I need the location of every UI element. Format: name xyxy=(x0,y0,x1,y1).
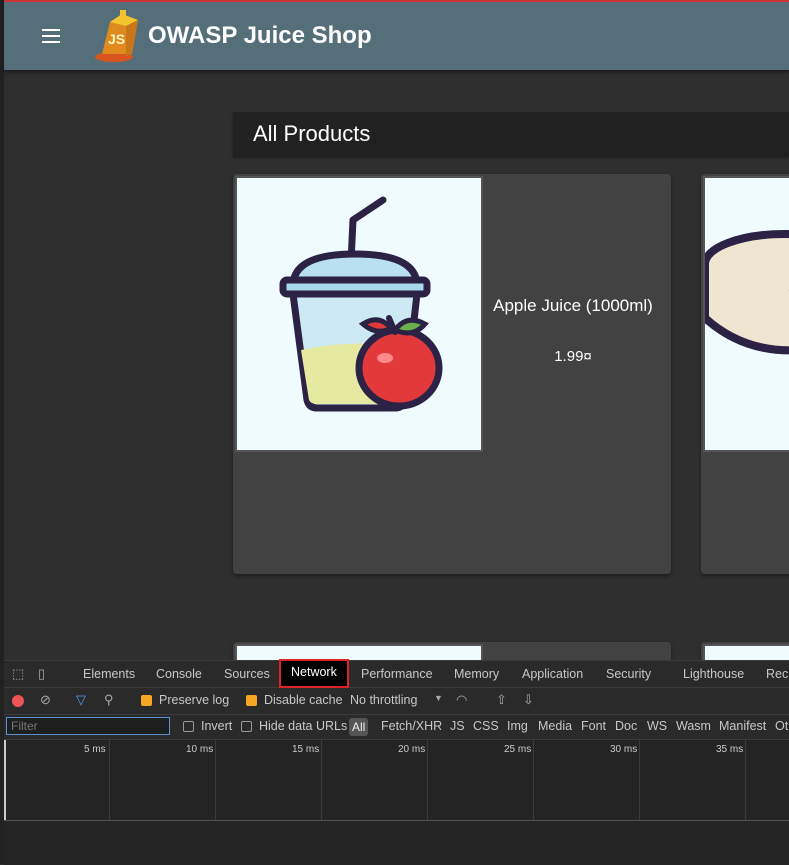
filter-type-media[interactable]: Media xyxy=(538,719,572,733)
timeline-gridline: 15 ms xyxy=(292,740,322,820)
filter-type-wasm[interactable]: Wasm xyxy=(676,719,711,733)
menu-icon[interactable] xyxy=(39,24,63,48)
tab-sources[interactable]: Sources xyxy=(224,661,270,687)
network-filterbar: Invert Hide data URLs All Fetch/XHR JS C… xyxy=(4,715,789,740)
network-overview-timeline[interactable]: 5 ms 10 ms 15 ms 20 ms 25 ms 30 ms 35 ms xyxy=(4,740,789,821)
product-name: Apple Juice (1000ml) xyxy=(493,296,653,315)
tab-performance[interactable]: Performance xyxy=(361,661,433,687)
timeline-gridline: 35 ms xyxy=(716,740,746,820)
filter-type-css[interactable]: CSS xyxy=(473,719,499,733)
invert-checkbox[interactable] xyxy=(183,721,194,732)
export-har-icon[interactable]: ⇩ xyxy=(523,692,534,708)
tab-memory[interactable]: Memory xyxy=(454,661,499,687)
throttling-select[interactable]: No throttling xyxy=(350,693,417,707)
product-price: 1.99¤ xyxy=(554,348,592,365)
filter-icon[interactable]: ▽ xyxy=(76,692,86,708)
inspect-element-icon[interactable]: ⬚ xyxy=(12,666,24,682)
network-conditions-icon[interactable]: ◠ xyxy=(456,692,467,708)
product-image[interactable] xyxy=(701,176,789,452)
page-title: All Products xyxy=(253,121,371,146)
chevron-down-icon[interactable]: ▼ xyxy=(434,693,443,703)
filter-type-doc[interactable]: Doc xyxy=(615,719,637,733)
product-card[interactable]: Apple Juice (1000ml) 1.99¤ xyxy=(233,174,671,574)
filter-type-ws[interactable]: WS xyxy=(647,719,667,733)
filter-type-js[interactable]: JS xyxy=(450,719,465,733)
timeline-tick-label: 5 ms xyxy=(84,744,106,755)
tab-network[interactable]: Network xyxy=(279,659,349,688)
preserve-log-checkbox[interactable] xyxy=(141,695,152,706)
timeline-gridline: 25 ms xyxy=(504,740,534,820)
clear-icon[interactable]: ⊘ xyxy=(40,692,51,708)
timeline-tick-label: 25 ms xyxy=(504,744,532,755)
timeline-tick-label: 30 ms xyxy=(610,744,638,755)
filter-type-font[interactable]: Font xyxy=(581,719,606,733)
search-icon[interactable]: ⚲ xyxy=(104,692,114,708)
device-toolbar-icon[interactable]: ▯ xyxy=(38,666,45,682)
timeline-gridline: 20 ms xyxy=(398,740,428,820)
filter-type-fetch-xhr[interactable]: Fetch/XHR xyxy=(381,719,442,733)
record-icon[interactable] xyxy=(12,695,24,707)
product-image[interactable] xyxy=(235,176,483,452)
all-products-header: All Products xyxy=(233,112,789,156)
disable-cache-checkbox[interactable] xyxy=(246,695,257,706)
filter-input[interactable] xyxy=(6,717,170,735)
tab-application[interactable]: Application xyxy=(522,661,583,687)
svg-text:JS: JS xyxy=(108,31,125,47)
tab-lighthouse[interactable]: Lighthouse xyxy=(683,661,744,687)
filter-type-other[interactable]: Ot xyxy=(775,719,788,733)
timeline-tick-label: 15 ms xyxy=(292,744,320,755)
timeline-start-marker xyxy=(4,740,6,820)
juice-shop-logo[interactable]: JS xyxy=(92,8,146,64)
apple-juice-illustration xyxy=(279,196,443,412)
invert-label: Invert xyxy=(201,719,233,733)
disable-cache-label: Disable cache xyxy=(264,693,343,707)
devtools-tabbar: ⬚ ▯ Elements Console Sources Network Per… xyxy=(4,659,789,688)
timeline-tick-label: 35 ms xyxy=(716,744,744,755)
product-card[interactable] xyxy=(701,174,789,574)
timeline-gridline: 30 ms xyxy=(610,740,640,820)
tab-elements[interactable]: Elements xyxy=(83,661,135,687)
filter-type-manifest[interactable]: Manifest xyxy=(719,719,766,733)
top-toolbar: JS OWASP Juice Shop xyxy=(4,0,789,70)
preserve-log-label: Preserve log xyxy=(159,693,230,707)
app-title[interactable]: OWASP Juice Shop xyxy=(148,22,372,50)
tab-recorder[interactable]: Rec xyxy=(766,661,788,687)
timeline-tick-label: 10 ms xyxy=(186,744,214,755)
timeline-gridline: 10 ms xyxy=(186,740,216,820)
product-illustration xyxy=(701,230,789,355)
filter-type-img[interactable]: Img xyxy=(507,719,528,733)
tab-security[interactable]: Security xyxy=(606,661,651,687)
tab-console[interactable]: Console xyxy=(156,661,202,687)
timeline-gridline: 5 ms xyxy=(84,740,110,820)
filter-type-all[interactable]: All xyxy=(349,718,369,736)
network-toolbar: ⊘ ▽ ⚲ Preserve log Disable cache No thro… xyxy=(4,688,789,715)
hide-data-urls-checkbox[interactable] xyxy=(241,721,252,732)
import-har-icon[interactable]: ⇧ xyxy=(496,692,507,708)
timeline-tick-label: 20 ms xyxy=(398,744,426,755)
devtools-panel: ⬚ ▯ Elements Console Sources Network Per… xyxy=(4,659,789,865)
hide-data-urls-label: Hide data URLs xyxy=(259,719,348,733)
